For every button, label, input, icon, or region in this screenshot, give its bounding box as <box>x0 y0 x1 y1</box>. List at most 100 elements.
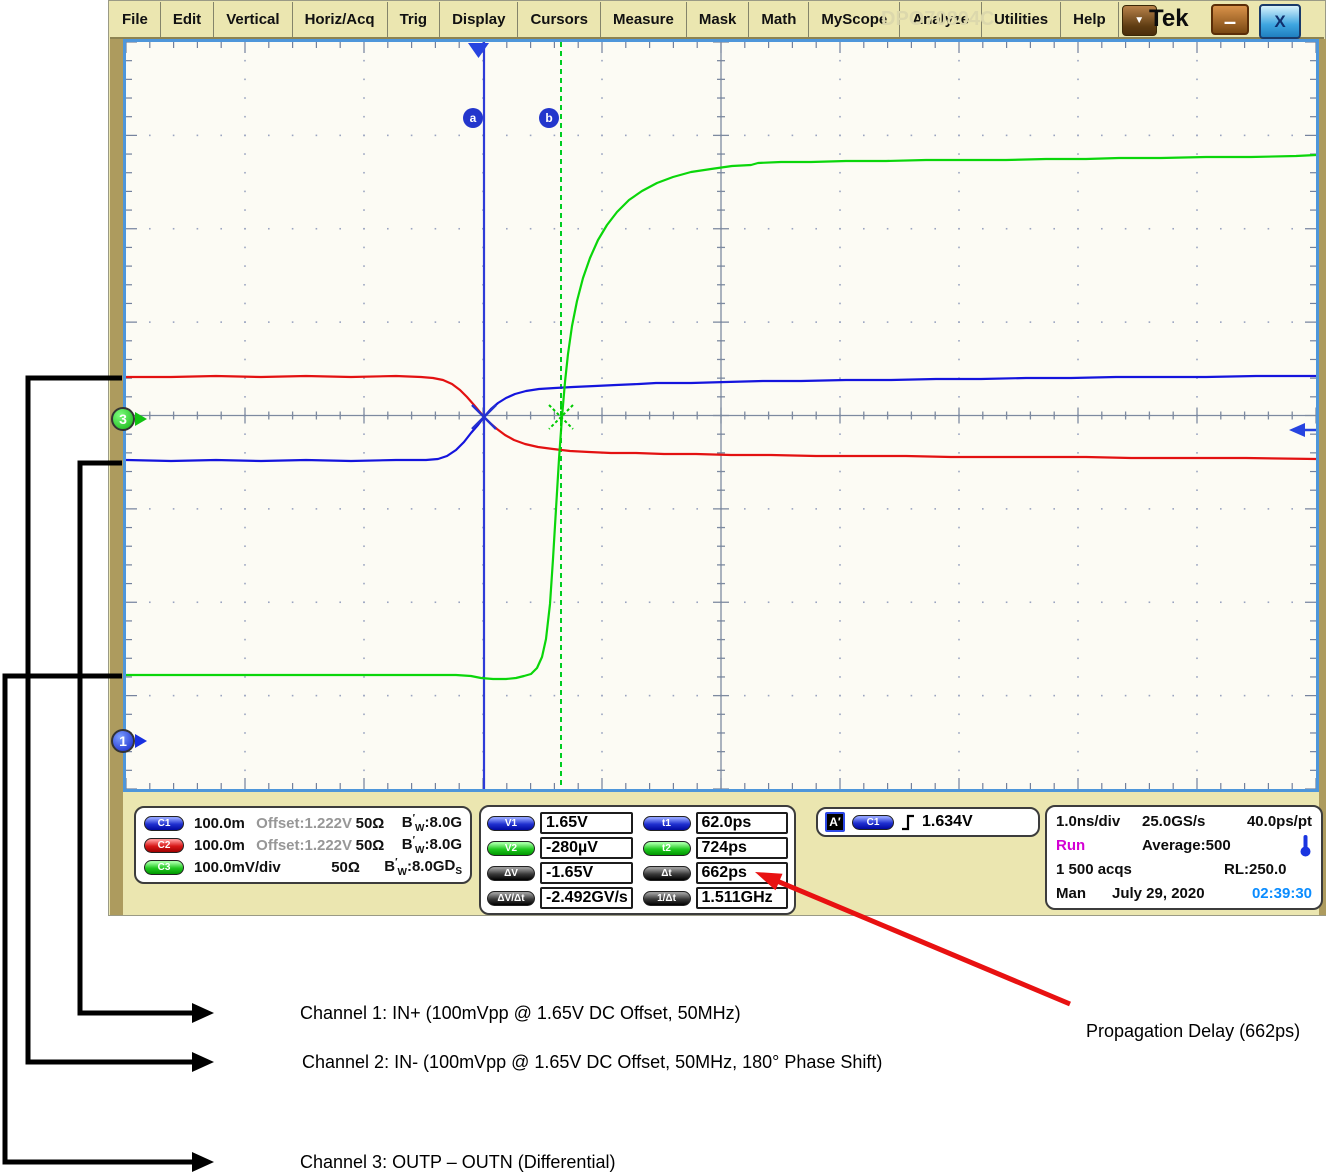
menu-item-math[interactable]: Math <box>749 2 809 37</box>
c2-offset: Offset:1.222V <box>256 837 355 854</box>
menu-item-edit[interactable]: Edit <box>161 2 214 37</box>
cursor-a-letter: a <box>470 111 477 125</box>
channel-readout-c1: C1 100.0m Offset:1.222V 50Ω B′W:8.0G <box>144 812 462 834</box>
acq-count-row: 1 500 acqs RL:250.0 <box>1056 858 1312 882</box>
oscilloscope-window: File Edit Vertical Horiz/Acq Trig Displa… <box>108 0 1326 916</box>
cursor-v1-value: 1.65V <box>540 812 633 834</box>
menu-item-trig[interactable]: Trig <box>388 2 441 37</box>
acq-mode-row: Run Average:500 <box>1056 833 1312 857</box>
cursor-v2-value: -280µV <box>540 837 633 859</box>
trigger-source-badge[interactable]: C1 <box>852 815 894 830</box>
datetime-row: Man July 29, 2020 02:39:30 <box>1056 882 1312 906</box>
bezel-left <box>110 39 123 915</box>
channel-settings-readout: C1 100.0m Offset:1.222V 50Ω B′W:8.0G C2 … <box>134 806 472 884</box>
date-label: July 29, 2020 <box>1112 885 1205 902</box>
trigger-readout: A′ C1 1.634V <box>816 807 1040 837</box>
cursor-v2-badge[interactable]: V2 <box>487 841 535 856</box>
annotation-channel-1: Channel 1: IN+ (100mVpp @ 1.65V DC Offse… <box>300 1003 741 1024</box>
menu-item-help[interactable]: Help <box>1061 2 1119 37</box>
sample-resolution: 40.0ps/pt <box>1247 813 1312 830</box>
annotation-propagation-delay: Propagation Delay (662ps) <box>1086 1021 1300 1042</box>
horizontal-scale: 1.0ns/div <box>1056 813 1142 830</box>
cursor-v2-row: V2 -280µV <box>487 837 633 859</box>
c1-offset: Offset:1.222V <box>256 815 355 832</box>
tek-logo: Tek <box>1149 5 1189 33</box>
cursor-inv-dt-value: 1.511GHz <box>696 887 789 909</box>
c1-termination: 50Ω <box>356 815 402 832</box>
acquisition-readout: 1.0ns/div 25.0GS/s 40.0ps/pt Run Average… <box>1045 805 1323 910</box>
cursor-t2-row: t2 724ps <box>643 837 789 859</box>
c2-scale: 100.0m <box>194 837 256 854</box>
menu-item-vertical[interactable]: Vertical <box>214 2 292 37</box>
annotation-arrowhead-channel-3 <box>192 1152 214 1172</box>
annotation-channel-2: Channel 2: IN- (100mVpp @ 1.65V DC Offse… <box>302 1052 882 1073</box>
channel-badge-c3[interactable]: C3 <box>144 860 184 875</box>
annotation-arrowhead-channel-1 <box>192 1003 214 1023</box>
sample-rate: 25.0GS/s <box>1142 813 1242 830</box>
cursor-b-label[interactable]: b <box>539 108 559 128</box>
trigger-mode: Man <box>1056 885 1112 902</box>
cursor-dv-value: -1.65V <box>540 862 633 884</box>
c1-scale: 100.0m <box>194 815 256 832</box>
cursor-dv-badge[interactable]: ΔV <box>487 866 535 881</box>
cursor-t2-badge[interactable]: t2 <box>643 841 691 856</box>
cursor-t1-badge[interactable]: t1 <box>643 816 691 831</box>
cursor-dvdt-value: -2.492GV/s <box>540 887 633 909</box>
run-state: Run <box>1056 837 1142 854</box>
channel-badge-c1[interactable]: C1 <box>144 816 184 831</box>
channel-readout-c2: C2 100.0m Offset:1.222V 50Ω B′W:8.0G <box>144 834 462 856</box>
model-label: DPO70804C <box>881 8 994 31</box>
close-button[interactable]: X <box>1259 4 1301 39</box>
channel-3-arrow-icon <box>135 412 147 426</box>
channel-1-arrow-icon <box>135 734 147 748</box>
cursor-dvdt-badge[interactable]: ΔV/Δt <box>487 891 535 906</box>
menu-item-mask[interactable]: Mask <box>687 2 750 37</box>
bezel-right <box>1319 39 1326 915</box>
cursor-v1-badge[interactable]: V1 <box>487 816 535 831</box>
c3-termination: 50Ω <box>331 859 384 876</box>
graticule <box>126 42 1316 789</box>
annotation-arrowhead-channel-2 <box>192 1052 214 1072</box>
channel-readout-c3: C3 100.0mV/div 50Ω B′W:8.0G DS <box>144 856 462 878</box>
menu-item-display[interactable]: Display <box>440 2 518 37</box>
cursor-dvdt-row: ΔV/Δt -2.492GV/s <box>487 887 633 909</box>
channel-1-reference-marker[interactable]: 1 <box>111 729 135 753</box>
c2-termination: 50Ω <box>356 837 402 854</box>
channel-badge-c2[interactable]: C2 <box>144 838 184 853</box>
menu-item-cursors[interactable]: Cursors <box>518 2 601 37</box>
trigger-a-badge[interactable]: A′ <box>825 812 845 832</box>
cursor-dt-value: 662ps <box>696 862 789 884</box>
channel-3-reference-marker[interactable]: 3 <box>111 407 135 431</box>
menu-item-file[interactable]: File <box>110 2 161 37</box>
c2-bandwidth: B′W:8.0G <box>402 835 462 856</box>
record-length: RL:250.0 <box>1224 861 1287 878</box>
rising-edge-icon <box>901 814 915 831</box>
cursor-v1-row: V1 1.65V <box>487 812 633 834</box>
c3-bandwidth: B′W:8.0G <box>384 857 444 878</box>
menu-item-measure[interactable]: Measure <box>601 2 687 37</box>
menu-bar: File Edit Vertical Horiz/Acq Trig Displa… <box>110 2 1324 39</box>
time-label: 02:39:30 <box>1252 885 1312 902</box>
trigger-level-value: 1.634V <box>922 813 973 831</box>
thermometer-icon <box>1299 834 1312 857</box>
waveform-display: a b <box>123 39 1319 792</box>
timebase-row: 1.0ns/div 25.0GS/s 40.0ps/pt <box>1056 809 1312 833</box>
caret-down-icon: ▼ <box>1134 15 1144 26</box>
cursor-dt-row: Δt 662ps <box>643 862 789 884</box>
cursor-a-label[interactable]: a <box>463 108 483 128</box>
cursor-t1-row: t1 62.0ps <box>643 812 789 834</box>
minimize-button[interactable]: – <box>1211 4 1249 35</box>
cursor-inv-dt-row: 1/Δt 1.511GHz <box>643 887 789 909</box>
c3-scale: 100.0mV/div <box>194 859 331 876</box>
trigger-position-marker[interactable] <box>468 43 489 58</box>
cursor-dv-row: ΔV -1.65V <box>487 862 633 884</box>
trigger-level-marker[interactable] <box>1289 423 1316 437</box>
cursor-dt-badge[interactable]: Δt <box>643 866 691 881</box>
cursor-inv-dt-badge[interactable]: 1/Δt <box>643 891 691 906</box>
cursor-readout-panel: V1 1.65V t1 62.0ps V2 -280µV t2 724ps ΔV… <box>479 805 796 915</box>
annotation-channel-3: Channel 3: OUTP – OUTN (Differential) <box>300 1152 615 1173</box>
cursor-t2-value: 724ps <box>696 837 789 859</box>
screenshot-canvas: File Edit Vertical Horiz/Acq Trig Displa… <box>0 0 1327 1175</box>
cursor-b-letter: b <box>545 111 552 125</box>
menu-item-horiz-acq[interactable]: Horiz/Acq <box>293 2 388 37</box>
